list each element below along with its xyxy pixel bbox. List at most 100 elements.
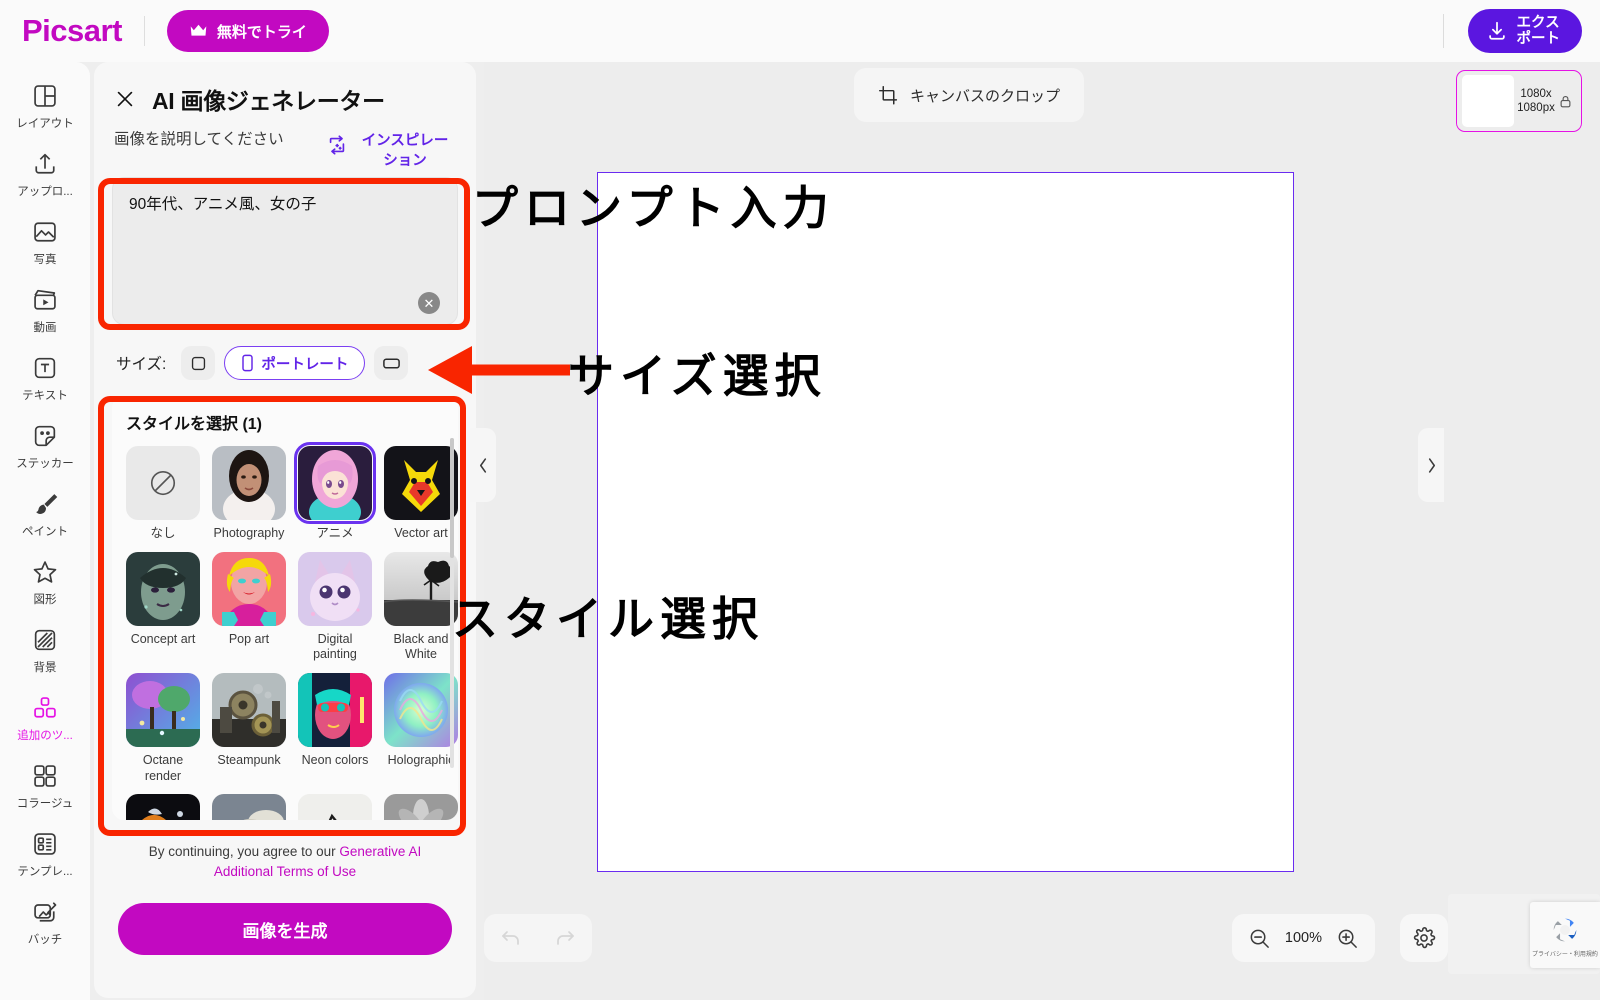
style-option-14[interactable] — [298, 794, 372, 821]
zoom-out-icon[interactable] — [1248, 927, 1271, 950]
collage-icon — [34, 764, 56, 787]
terms-prefix: By continuing, you agree to our — [148, 844, 340, 860]
portrait-icon — [242, 354, 254, 372]
style-option-label: Photography — [213, 526, 285, 541]
export-button[interactable]: エクス ポート — [1467, 9, 1582, 53]
generate-image-button[interactable]: 画像を生成 — [118, 903, 452, 956]
style-option-12[interactable] — [126, 794, 200, 821]
download-icon — [1488, 21, 1505, 40]
sidebar-item-label: 背景 — [33, 661, 57, 674]
style-option-4[interactable]: Concept art — [126, 551, 200, 663]
toolbar-divider — [143, 16, 145, 46]
style-option-1[interactable]: Photography — [212, 446, 286, 542]
video-icon — [34, 289, 56, 310]
redo-icon[interactable] — [553, 926, 577, 950]
sidebar-item-0[interactable]: レイアウト — [0, 72, 90, 140]
style-option-label: Digital painting — [313, 631, 357, 662]
sidebar-item-6[interactable]: ペイント — [0, 480, 90, 548]
layer-preview — [1462, 75, 1514, 127]
style-thumbnail — [384, 551, 458, 626]
panel-header: AI 画像ジェネレーター — [94, 62, 476, 116]
crop-canvas-label: キャンバスのクロップ — [910, 87, 1061, 105]
settings-button[interactable] — [1400, 914, 1448, 962]
style-option-13[interactable] — [212, 794, 286, 821]
style-option-15[interactable] — [384, 794, 458, 821]
sidebar-item-4[interactable]: テキスト — [0, 344, 90, 412]
clear-prompt-button[interactable]: ✕ — [418, 292, 440, 315]
layer-dimensions: 1080x 1080px — [1517, 87, 1555, 114]
size-option-landscape[interactable] — [374, 346, 409, 381]
style-thumbnail — [298, 794, 372, 821]
sidebar-item-label: 動画 — [33, 321, 57, 334]
sidebar-item-11[interactable]: テンプレ... — [0, 820, 90, 888]
upload-icon — [35, 153, 55, 174]
size-option-portrait[interactable]: ポートレート — [224, 346, 366, 381]
layer-thumbnail-card[interactable]: 1080x 1080px — [1456, 70, 1582, 132]
prompt-input[interactable] — [112, 177, 458, 326]
zoom-controls: 100% — [1231, 914, 1375, 962]
sidebar-item-7[interactable]: 図形 — [0, 548, 90, 616]
style-thumbnail — [212, 794, 286, 821]
sidebar-item-5[interactable]: ステッカー — [0, 412, 90, 480]
try-free-label: 無料でトライ — [216, 23, 307, 41]
try-free-button[interactable]: 無料でトライ — [166, 10, 329, 52]
undo-icon[interactable] — [499, 926, 523, 950]
style-option-5[interactable]: Pop art — [212, 551, 286, 663]
size-option-square[interactable] — [181, 346, 216, 381]
ai-image-generator-panel: AI 画像ジェネレーター 画像を説明してください インスピレーション ✕ サイズ… — [94, 62, 476, 998]
landscape-icon — [382, 358, 400, 369]
zoom-in-icon[interactable] — [1336, 927, 1359, 950]
style-option-2[interactable]: アニメ — [294, 442, 376, 542]
shape-icon — [33, 560, 57, 583]
style-thumbnail — [126, 551, 200, 626]
style-option-label: Steampunk — [217, 753, 281, 767]
template-icon — [34, 832, 56, 855]
sidebar-item-12[interactable]: バッチ — [0, 888, 90, 956]
style-option-8[interactable]: Octane render — [126, 673, 200, 784]
editor-canvas[interactable] — [597, 172, 1294, 872]
style-option-7[interactable]: Black and White — [384, 551, 458, 663]
style-option-11[interactable]: Holographic — [384, 673, 458, 784]
lock-icon[interactable] — [1558, 94, 1573, 109]
style-option-6[interactable]: Digital painting — [298, 551, 372, 663]
recaptcha-badge[interactable]: プライバシー・利用規約 — [1530, 902, 1600, 968]
style-option-label: Holographic — [387, 753, 455, 767]
canvas-prev-button[interactable] — [470, 428, 496, 502]
sidebar-item-9[interactable]: 追加のツ... — [0, 684, 90, 752]
style-thumbnail — [298, 551, 372, 626]
photo-icon — [34, 221, 56, 242]
style-option-10[interactable]: Neon colors — [298, 673, 372, 784]
sidebar-item-2[interactable]: 写真 — [0, 208, 90, 276]
style-option-label: Pop art — [228, 631, 270, 646]
style-option-0[interactable]: なし — [126, 446, 200, 542]
size-selector: サイズ: ポートレート — [94, 330, 476, 381]
style-grid: なし Photography アニメ Vector art Concept art Pop… — [126, 442, 458, 821]
picsart-logo[interactable]: Picsart — [22, 13, 122, 49]
sidebar-item-label: 追加のツ... — [17, 729, 73, 742]
close-icon[interactable] — [114, 88, 136, 110]
sidebar-item-10[interactable]: コラージュ — [0, 752, 90, 820]
style-option-9[interactable]: Steampunk — [212, 673, 286, 784]
inspiration-button[interactable]: インスピレーション — [326, 132, 456, 171]
sidebar-item-label: テキスト — [22, 389, 68, 402]
style-thumbnail — [294, 442, 376, 525]
style-option-label: Vector art — [394, 526, 448, 541]
style-thumbnail — [212, 551, 286, 626]
paint-icon — [36, 493, 58, 514]
sidebar-item-3[interactable]: 動画 — [0, 276, 90, 344]
export-label: エクス ポート — [1516, 14, 1561, 47]
canvas-next-button[interactable] — [1418, 428, 1444, 502]
gear-icon — [1413, 927, 1436, 949]
style-thumbnail — [212, 446, 286, 521]
chevron-left-icon — [479, 457, 486, 473]
prompt-input-wrapper: ✕ — [112, 177, 458, 330]
style-thumbnail — [212, 673, 286, 747]
style-option-3[interactable]: Vector art — [384, 446, 458, 542]
sidebar-item-1[interactable]: アップロ... — [0, 140, 90, 208]
style-thumbnail — [126, 673, 200, 747]
style-option-label: Neon colors — [301, 753, 369, 767]
crop-canvas-button[interactable]: キャンバスのクロップ — [854, 68, 1085, 122]
style-scrollbar[interactable] — [450, 438, 454, 769]
sidebar-item-8[interactable]: 背景 — [0, 616, 90, 684]
batch-icon — [34, 901, 57, 922]
